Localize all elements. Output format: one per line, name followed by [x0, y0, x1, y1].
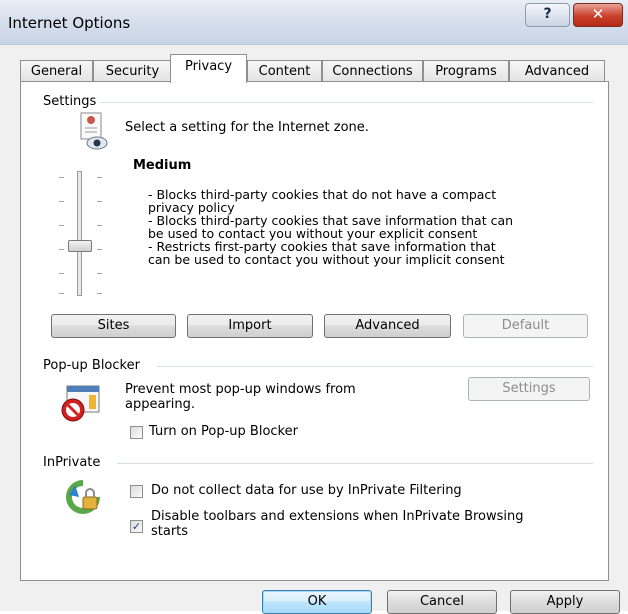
slider-tick: [97, 225, 102, 226]
window-title: Internet Options: [8, 14, 131, 32]
help-icon: ?: [543, 6, 552, 22]
slider-tick: [97, 293, 102, 294]
inprivate-filtering-label[interactable]: Do not collect data for use by InPrivate…: [151, 483, 462, 498]
settings-group-divider: [91, 102, 593, 103]
import-button[interactable]: Import: [187, 314, 313, 338]
tab-general[interactable]: General: [20, 60, 93, 82]
popup-blocker-icon: [59, 384, 103, 424]
inprivate-group-label: InPrivate: [43, 455, 105, 470]
privacy-level-title: Medium: [133, 158, 192, 173]
popup-text-line: Prevent most pop-up windows from: [125, 382, 356, 397]
slider-tick: [59, 273, 64, 274]
slider-tick: [59, 201, 64, 202]
settings-group-label: Settings: [43, 94, 101, 109]
slider-tick: [97, 201, 102, 202]
cancel-button[interactable]: Cancel: [387, 590, 497, 614]
close-icon: ✕: [591, 5, 605, 23]
checkmark-icon: ✓: [131, 520, 142, 533]
tab-advanced[interactable]: Advanced: [509, 60, 605, 82]
popup-settings-button[interactable]: Settings: [468, 377, 590, 401]
description-line: can be used to contact you without your …: [148, 252, 505, 267]
disable-toolbars-label-line: starts: [151, 524, 189, 539]
tab-connections[interactable]: Connections: [322, 60, 423, 82]
ok-button[interactable]: OK: [262, 590, 372, 614]
disable-toolbars-checkbox[interactable]: ✓: [130, 520, 143, 533]
slider-thumb[interactable]: [68, 240, 92, 252]
apply-button[interactable]: Apply: [510, 590, 620, 614]
inprivate-group-divider: [117, 463, 593, 464]
tab-security[interactable]: Security: [93, 60, 172, 82]
popup-blocker-checkbox[interactable]: [130, 426, 143, 439]
slider-tick: [59, 293, 64, 294]
zone-instruction-text: Select a setting for the Internet zone.: [125, 120, 369, 135]
disable-toolbars-label[interactable]: Disable toolbars and extensions when InP…: [151, 509, 524, 539]
inprivate-filtering-checkbox[interactable]: [130, 485, 143, 498]
slider-tick: [59, 249, 64, 250]
popup-description: Prevent most pop-up windows from appeari…: [125, 382, 356, 412]
slider-tick: [97, 273, 102, 274]
sites-button[interactable]: Sites: [51, 314, 176, 338]
privacy-level-slider[interactable]: [57, 171, 107, 296]
title-bar: Internet Options ? ✕: [0, 0, 628, 45]
popup-group-label: Pop-up Blocker: [43, 358, 144, 373]
privacy-level-description: - Blocks third-party cookies that do not…: [148, 188, 513, 266]
popup-group-divider: [157, 366, 593, 367]
slider-tick: [59, 225, 64, 226]
tab-programs[interactable]: Programs: [423, 60, 509, 82]
popup-blocker-checkbox-label[interactable]: Turn on Pop-up Blocker: [149, 424, 298, 439]
tab-content[interactable]: Content: [247, 60, 322, 82]
slider-tick: [59, 177, 64, 178]
slider-track: [77, 171, 82, 296]
tab-privacy[interactable]: Privacy: [170, 54, 247, 83]
inprivate-icon: [65, 479, 103, 515]
close-button[interactable]: ✕: [573, 3, 623, 27]
slider-tick: [97, 177, 102, 178]
popup-text-line: appearing.: [125, 397, 196, 412]
slider-tick: [97, 249, 102, 250]
help-button[interactable]: ?: [525, 3, 570, 27]
disable-toolbars-label-line: Disable toolbars and extensions when InP…: [151, 509, 524, 524]
privacy-document-icon: [79, 112, 109, 152]
default-button[interactable]: Default: [463, 314, 588, 338]
advanced-button[interactable]: Advanced: [324, 314, 451, 338]
internet-options-window: Internet Options ? ✕ General Security Pr…: [0, 0, 628, 614]
privacy-panel: Settings Select a setting for the Intern…: [20, 81, 609, 581]
